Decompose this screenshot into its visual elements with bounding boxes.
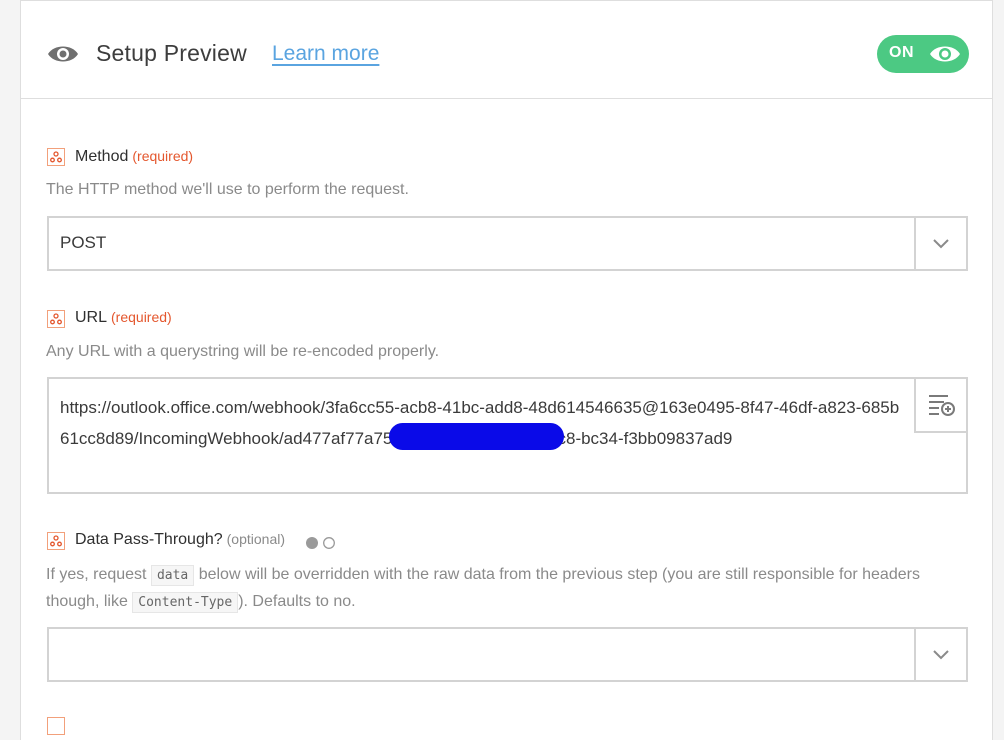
url-input[interactable]: https://outlook.office.com/webhook/3fa6c… xyxy=(47,377,968,494)
insert-field-button[interactable] xyxy=(914,379,966,433)
webhook-icon xyxy=(47,310,65,328)
optional-tag: (optional) xyxy=(226,531,286,547)
radio-indicator[interactable] xyxy=(305,536,337,555)
code-content-type: Content-Type xyxy=(132,592,239,613)
url-help: Any URL with a querystring will be re-en… xyxy=(46,343,440,360)
webhook-icon xyxy=(47,532,65,550)
method-help: The HTTP method we'll use to perform the… xyxy=(46,181,409,198)
webhook-icon xyxy=(47,148,65,166)
eye-icon xyxy=(47,44,79,69)
required-tag: (required) xyxy=(111,309,172,325)
eye-icon xyxy=(929,44,961,69)
preview-toggle[interactable]: ON xyxy=(877,35,969,73)
method-select[interactable]: POST xyxy=(47,216,968,271)
card-header: Setup Preview Learn more ON xyxy=(21,9,992,99)
learn-more-link[interactable]: Learn more xyxy=(272,42,379,66)
passthrough-dropdown-button[interactable] xyxy=(914,629,966,680)
method-dropdown-button[interactable] xyxy=(914,218,966,269)
method-value: POST xyxy=(60,233,107,252)
url-label: URL (required) xyxy=(75,309,172,326)
required-tag: (required) xyxy=(132,148,194,164)
method-label: Method (required) xyxy=(75,148,194,165)
chevron-down-icon xyxy=(933,239,949,249)
passthrough-label: Data Pass-Through? (optional) xyxy=(75,531,286,548)
code-data: data xyxy=(150,565,195,586)
redaction-mark xyxy=(389,423,564,450)
passthrough-select[interactable] xyxy=(47,627,968,682)
list-add-icon xyxy=(929,395,955,416)
passthrough-help: If yes, request data below will be overr… xyxy=(46,562,946,616)
setup-preview-card: Setup Preview Learn more ON Method (requi… xyxy=(20,0,993,740)
webhook-icon xyxy=(47,717,65,735)
chevron-down-icon xyxy=(933,650,949,660)
toggle-label: ON xyxy=(889,44,914,61)
page-title: Setup Preview xyxy=(96,40,247,66)
